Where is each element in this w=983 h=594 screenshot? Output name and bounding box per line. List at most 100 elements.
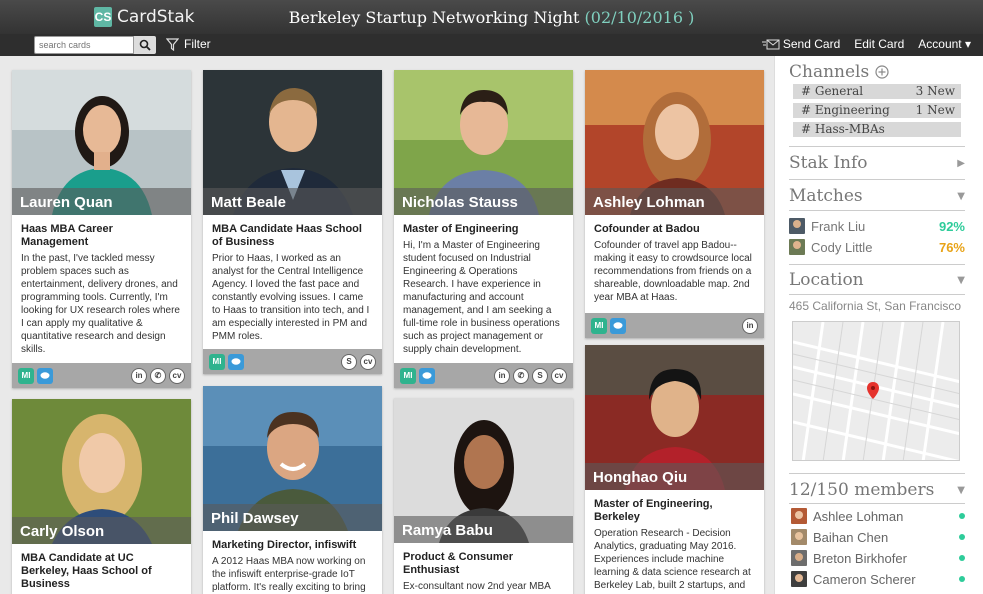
location-map[interactable] (792, 321, 960, 461)
profile-photo: Carly Olson (12, 399, 191, 544)
event-name: Berkeley Startup Networking Night (288, 8, 580, 27)
stak-info-title: Stak Info (789, 153, 868, 173)
toolbar: Filter Send Card Edit Card Account ▾ (0, 34, 983, 56)
chat-icon[interactable] (610, 317, 626, 334)
card-title: MBA Candidate at UC Berkeley, Haas Schoo… (21, 552, 152, 590)
meetup-icon[interactable]: MI (18, 367, 34, 384)
linkedin-icon[interactable]: in (131, 367, 147, 384)
sidebar: Channels # General 3 New # Engineering 1… (774, 56, 983, 594)
event-date: (02/10/2016 ) (584, 8, 695, 27)
match-name: Cody Little (811, 239, 873, 255)
meetup-icon[interactable]: MI (209, 353, 225, 370)
online-status-icon (959, 576, 965, 582)
search-button[interactable] (134, 36, 156, 54)
search-box (34, 36, 156, 54)
card-bio: A 2012 Haas MBA now working on the infis… (212, 556, 366, 593)
search-icon (139, 39, 151, 51)
card-name: Phil Dawsey (203, 504, 382, 531)
linkedin-icon[interactable]: in (742, 317, 758, 334)
card-title: Master of Engineering, Berkeley (594, 498, 713, 523)
card-bio: Cofounder of travel app Badou--making it… (594, 240, 752, 303)
profile-photo: Ramya Babu (394, 398, 573, 543)
contact-card[interactable]: Nicholas Stauss Master of Engineering Hi… (394, 70, 573, 388)
card-footer: MI in ✆ cv (12, 363, 191, 388)
card-name: Ashley Lohman (585, 188, 764, 215)
channel-new-count: 1 New (915, 103, 955, 117)
expand-arrow-icon: ▶ (957, 157, 965, 169)
channel-item-hass-mbas[interactable]: # Hass-MBAs (793, 122, 961, 137)
search-input[interactable] (34, 36, 134, 54)
chat-icon[interactable] (37, 367, 53, 384)
member-item[interactable]: Breton Birkhofer (791, 550, 965, 566)
map-graphic (793, 322, 959, 460)
collapse-arrow-icon: ▼ (957, 190, 965, 202)
right-tools: Send Card Edit Card Account ▾ (761, 37, 971, 51)
contact-card[interactable]: Lauren Quan Haas MBA Career Management I… (12, 70, 191, 388)
account-menu[interactable]: Account ▾ (918, 37, 971, 51)
channel-label: # General (801, 84, 864, 98)
divider (789, 264, 965, 265)
channels-header: Channels (789, 62, 965, 82)
location-header[interactable]: Location ▼ (789, 270, 965, 290)
card-bio: Hi, I'm a Master of Engineering student … (403, 240, 560, 355)
card-title: Product & Consumer Enthusiast (403, 551, 514, 576)
skype-icon[interactable]: S (532, 367, 548, 384)
card-name: Matt Beale (203, 188, 382, 215)
phone-icon[interactable]: ✆ (513, 367, 529, 384)
divider (789, 179, 965, 180)
phone-icon[interactable]: ✆ (150, 367, 166, 384)
contact-card[interactable]: Carly Olson MBA Candidate at UC Berkeley… (12, 399, 191, 594)
add-channel-icon[interactable] (875, 65, 889, 79)
divider (789, 503, 965, 504)
matches-title: Matches (789, 186, 863, 206)
members-header[interactable]: 12/150 members ▼ (789, 480, 965, 500)
meetup-icon[interactable]: MI (400, 367, 416, 384)
member-name: Ashlee Lohman (813, 508, 904, 524)
channel-label: # Engineering (801, 103, 890, 117)
card-footer: MI S cv (203, 349, 382, 374)
card-bio: Operation Research - Decision Analytics,… (594, 528, 751, 591)
channel-item-general[interactable]: # General 3 New (793, 84, 961, 99)
send-card-button[interactable]: Send Card (761, 37, 840, 51)
member-item[interactable]: Ashlee Lohman (791, 508, 965, 524)
contact-card[interactable]: Ramya Babu Product & Consumer Enthusiast… (394, 398, 573, 594)
divider (789, 294, 965, 295)
filter-icon (166, 37, 179, 51)
match-item[interactable]: Frank Liu 92% (789, 218, 965, 234)
member-item[interactable]: Cameron Scherer (791, 571, 965, 587)
contact-card[interactable]: Phil Dawsey Marketing Director, infiswif… (203, 386, 382, 594)
send-card-icon (761, 39, 780, 49)
card-bio: Prior to Haas, I worked as an analyst fo… (212, 253, 370, 342)
stak-info-header[interactable]: Stak Info ▶ (789, 153, 965, 173)
card-grid: Lauren Quan Haas MBA Career Management I… (0, 56, 774, 594)
card-footer: MI in ✆ S cv (394, 363, 573, 388)
matches-header[interactable]: Matches ▼ (789, 186, 965, 206)
contact-card[interactable]: Honghao Qiu Master of Engineering, Berke… (585, 345, 764, 594)
card-title: Cofounder at Badou (594, 223, 700, 235)
cv-icon[interactable]: cv (169, 367, 185, 384)
skype-icon[interactable]: S (341, 353, 357, 370)
card-title: MBA Candidate Haas School of Business (212, 223, 362, 248)
chat-icon[interactable] (228, 353, 244, 370)
profile-photo: Lauren Quan (12, 70, 191, 215)
linkedin-icon[interactable]: in (494, 367, 510, 384)
cv-icon[interactable]: cv (551, 367, 567, 384)
member-item[interactable]: Baihan Chen (791, 529, 965, 545)
match-percent: 76% (938, 239, 965, 255)
contact-card[interactable]: Matt Beale MBA Candidate Haas School of … (203, 70, 382, 374)
meetup-icon[interactable]: MI (591, 317, 607, 334)
location-address: 465 California St, San Francisco (789, 299, 962, 313)
chat-icon[interactable] (419, 367, 435, 384)
collapse-arrow-icon: ▼ (957, 484, 965, 496)
card-bio: Ex-consultant now 2nd year MBA (403, 581, 551, 592)
event-title: Berkeley Startup Networking Night (02/10… (0, 8, 983, 27)
edit-card-button[interactable]: Edit Card (854, 37, 904, 51)
card-footer: MI in (585, 313, 764, 338)
cv-icon[interactable]: cv (360, 353, 376, 370)
card-name: Honghao Qiu (585, 463, 764, 490)
contact-card[interactable]: Ashley Lohman Cofounder at Badou Cofound… (585, 70, 764, 338)
filter-button[interactable]: Filter (166, 37, 211, 51)
channel-new-count: 3 New (915, 84, 955, 98)
channel-item-engineering[interactable]: # Engineering 1 New (793, 103, 961, 118)
match-item[interactable]: Cody Little 76% (789, 239, 965, 255)
